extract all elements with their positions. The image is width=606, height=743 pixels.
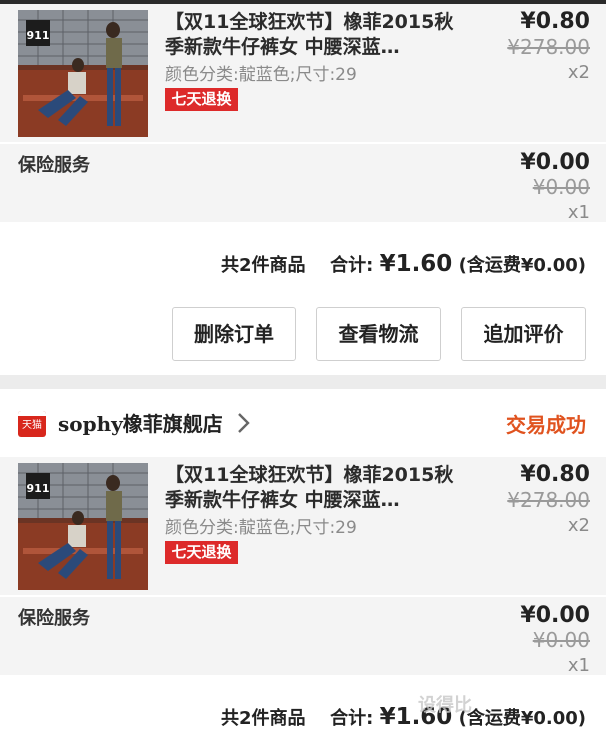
svg-text:911: 911 (27, 29, 50, 42)
insurance-row (0, 142, 606, 222)
insurance-price: ¥0.00 (520, 150, 590, 175)
product-title[interactable]: 【双11全球狂欢节】橡菲2015秋季新款牛仔裤女 中腰深蓝… (165, 463, 455, 513)
view-logistics-button[interactable]: 查看物流 (316, 307, 441, 361)
delete-order-button[interactable]: 删除订单 (172, 307, 296, 361)
order-separator (0, 375, 606, 389)
product-title[interactable]: 【双11全球狂欢节】橡菲2015秋季新款牛仔裤女 中腰深蓝… (165, 10, 455, 60)
product-price: ¥0.80 (520, 462, 590, 487)
total-label: 合计: (330, 255, 374, 276)
chevron-right-icon[interactable] (234, 410, 254, 436)
product-spec: 颜色分类:靛蓝色;尺寸:29 (165, 518, 357, 538)
product-price: ¥0.80 (520, 9, 590, 34)
product-thumbnail[interactable]: 911 (18, 463, 148, 590)
insurance-price: ¥0.00 (520, 603, 590, 628)
add-review-button[interactable]: 追加评价 (461, 307, 586, 361)
insurance-original-price: ¥0.00 (532, 175, 590, 199)
site-watermark: 设得比 (418, 695, 472, 716)
insurance-quantity: x1 (567, 202, 590, 223)
shipping-note: (含运费¥0.00) (458, 255, 586, 276)
insurance-quantity: x1 (567, 655, 590, 676)
order-summary: 共2件商品 合计: ¥1.60 (含运费¥0.00) (221, 251, 586, 277)
total-label: 合计: (330, 708, 374, 729)
product-thumbnail[interactable]: 911 (18, 10, 148, 137)
order-status: 交易成功 (506, 413, 586, 437)
insurance-row (0, 595, 606, 675)
item-count: 共2件商品 (220, 708, 306, 729)
tmall-cat-icon: 天猫 (18, 411, 46, 437)
total-value: ¥1.60 (379, 251, 453, 277)
order-summary: 共2件商品 合计: ¥1.60 (含运费¥0.00) (221, 704, 586, 730)
product-original-price: ¥278.00 (507, 35, 590, 59)
return-policy-badge: 七天退换 (165, 541, 238, 564)
insurance-label: 保险服务 (18, 608, 90, 629)
product-photo-icon: 911 (18, 463, 148, 590)
product-quantity: x2 (567, 515, 590, 536)
shipping-note: (含运费¥0.00) (458, 708, 586, 729)
insurance-original-price: ¥0.00 (532, 628, 590, 652)
return-policy-badge: 七天退换 (165, 88, 238, 111)
item-count: 共2件商品 (220, 255, 306, 276)
shop-name[interactable]: sophy橡菲旗舰店 (58, 408, 223, 437)
svg-text:911: 911 (27, 482, 50, 495)
insurance-label: 保险服务 (18, 155, 90, 176)
product-original-price: ¥278.00 (507, 488, 590, 512)
product-quantity: x2 (567, 62, 590, 83)
product-photo-icon: 911 (18, 10, 148, 137)
product-spec: 颜色分类:靛蓝色;尺寸:29 (165, 65, 357, 85)
